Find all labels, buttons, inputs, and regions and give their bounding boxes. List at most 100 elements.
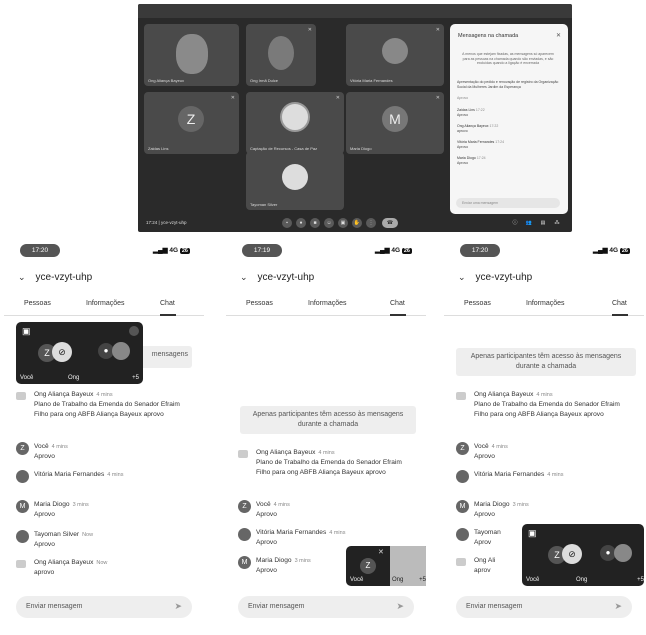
avatar: [16, 392, 26, 400]
people-icon[interactable]: 👥: [524, 218, 534, 228]
avatar: Z: [238, 500, 251, 513]
chat-notice: A menos que estejam fixadas, as mensagen…: [462, 52, 554, 66]
mic-off-icon: ✕: [335, 95, 340, 101]
chat-message: Ong Aliança Bayeux 17:22 aprovo: [457, 124, 499, 133]
status-signal: ▂▄▆ 4G 26: [592, 247, 630, 254]
avatar: [456, 528, 469, 541]
message-input[interactable]: Enviar mensagem ➤: [456, 596, 632, 618]
list-item: M Maria Diogo 3 mins Aprovo: [456, 500, 642, 522]
present-icon[interactable]: ▣: [338, 218, 348, 228]
hand-icon[interactable]: ✋: [352, 218, 362, 228]
status-signal: ▂▄▆ 4G 26: [374, 247, 412, 254]
chevron-down-icon[interactable]: ⌄: [18, 272, 26, 282]
phone-screenshot-1: 17:20 ▂▄▆ 4G 26 ⌄ yce-vzyt-uhp Pessoas In…: [4, 238, 204, 631]
desktop-meet-screenshot: Ong Aliança Bayeux ✕ Ong Irmã Dulce ✕ Vi…: [138, 4, 572, 232]
video-tile[interactable]: ✕ Captação de Recursos - Casa de Paz: [246, 92, 344, 154]
pip-video[interactable]: Z ✕ Você Ong +5: [346, 546, 426, 586]
chat-notice: Apenas participantes têm acesso às mensa…: [240, 406, 416, 434]
logo-avatar: [280, 102, 310, 132]
pip-more-count: +5: [419, 577, 426, 583]
tab-people[interactable]: Pessoas: [464, 300, 491, 307]
close-icon[interactable]: ✕: [556, 32, 561, 39]
tab-people[interactable]: Pessoas: [24, 300, 51, 307]
pip-options-icon[interactable]: [129, 326, 139, 336]
participant-video: [268, 36, 294, 70]
tab-chat[interactable]: Chat: [390, 300, 405, 307]
pip-label-you: Você: [350, 577, 364, 583]
pip-video[interactable]: ▣ Z ⊘ ● Você Ong +5: [16, 322, 143, 384]
list-item: Ong Aliança Bayeux 4 mins Plano de Trabalh…: [238, 448, 424, 492]
pip-label-other: Ong: [68, 375, 80, 381]
tab-info[interactable]: Informações: [526, 300, 565, 307]
activities-icon[interactable]: ⁂: [552, 218, 562, 228]
video-tile[interactable]: Z ✕ Zaidas Lins: [144, 92, 239, 154]
avatar: Z: [178, 106, 204, 132]
meeting-code-header: ⌄ yce-vzyt-uhp: [240, 272, 315, 283]
leave-call-button[interactable]: ☎: [382, 218, 398, 228]
send-icon[interactable]: ➤: [174, 601, 182, 612]
chat-message: Vitória Maria Fernandes 17:24 Aprovo: [457, 140, 505, 149]
send-icon[interactable]: ➤: [396, 601, 404, 612]
pip-expand-icon[interactable]: ▣: [22, 326, 31, 337]
pip-video[interactable]: ▣ Z ⊘ ● Você Ong +5: [522, 524, 644, 586]
emoji-icon[interactable]: ☺: [324, 218, 334, 228]
video-tile[interactable]: Tayoman Silver: [246, 152, 344, 210]
more-icon[interactable]: ⋮: [366, 218, 376, 228]
video-tile[interactable]: M ✕ Maria Diogo: [346, 92, 444, 154]
tile-name: Tayoman Silver: [250, 202, 278, 207]
captions-icon[interactable]: ▪: [282, 218, 292, 228]
mic-off-icon: ✕: [435, 95, 440, 101]
chat-icon[interactable]: ▤: [538, 218, 548, 228]
info-icon[interactable]: ⓘ: [510, 218, 520, 228]
send-icon[interactable]: ➤: [614, 601, 622, 612]
avatar: M: [382, 106, 408, 132]
video-tile[interactable]: ✕ Ong Irmã Dulce: [246, 24, 316, 86]
list-item: Ong Aliança Bayeux 4 mins Plano de Trabalh…: [456, 390, 642, 434]
avatar: [382, 38, 408, 64]
tile-name: Maria Diogo: [350, 146, 372, 151]
status-time: 17:20: [20, 244, 60, 257]
chat-panel-title: Mensagens na chamada: [458, 33, 519, 39]
mic-off-icon: ✕: [230, 95, 235, 101]
tile-name: Vitória Maria Fernandes: [350, 78, 393, 83]
avatar: [16, 530, 29, 543]
phone-screenshot-3: 17:20 ▂▄▆ 4G 26 ⌄ yce-vzyt-uhp Pessoas In…: [444, 238, 644, 631]
list-item: Z Você 4 mins Aprovo: [456, 442, 642, 464]
pip-more-count: +5: [637, 577, 644, 583]
avatar: Z: [360, 558, 376, 574]
tab-indicator: [160, 314, 176, 316]
pip-more-count: +5: [132, 375, 139, 381]
avatar: Z: [16, 442, 29, 455]
avatar: [112, 342, 130, 360]
tab-bar: Pessoas Informações Chat: [226, 296, 426, 316]
tile-name: Captação de Recursos - Casa de Paz: [250, 146, 318, 151]
video-tile[interactable]: ✕ Vitória Maria Fernandes: [346, 24, 444, 86]
camera-off-icon[interactable]: ⊘: [562, 544, 582, 564]
camera-icon[interactable]: ■: [310, 218, 320, 228]
pip-label-other: Ong: [392, 577, 404, 583]
list-item: Z Você 4 mins Aprovo: [238, 500, 424, 522]
avatar: [16, 470, 29, 483]
tab-chat[interactable]: Chat: [612, 300, 627, 307]
tab-people[interactable]: Pessoas: [246, 300, 273, 307]
chevron-down-icon[interactable]: ⌄: [240, 272, 248, 282]
pip-expand-icon[interactable]: ▣: [528, 528, 537, 539]
list-item: Ong Aliança Bayeux Now aprovo: [16, 558, 202, 580]
video-tile[interactable]: Ong Aliança Bayeux: [144, 24, 239, 86]
avatar: [456, 392, 466, 400]
message-input[interactable]: Enviar mensagem ➤: [238, 596, 414, 618]
tab-chat[interactable]: Chat: [160, 300, 175, 307]
message-input[interactable]: Enviar mensagem ➤: [16, 596, 192, 618]
chevron-down-icon[interactable]: ⌄: [458, 272, 466, 282]
chat-input[interactable]: Enviar uma mensagem: [456, 198, 560, 208]
mic-icon[interactable]: ●: [296, 218, 306, 228]
camera-off-icon[interactable]: ⊘: [52, 342, 72, 362]
tile-name: Zaidas Lins: [148, 146, 169, 151]
chat-message: Apresentação do pedido e renovação de re…: [457, 80, 559, 89]
tile-name: Ong Irmã Dulce: [250, 78, 279, 83]
tab-indicator: [612, 314, 628, 316]
tab-info[interactable]: Informações: [86, 300, 125, 307]
mic-off-icon: ✕: [307, 27, 312, 33]
avatar: [456, 470, 469, 483]
tab-info[interactable]: Informações: [308, 300, 347, 307]
